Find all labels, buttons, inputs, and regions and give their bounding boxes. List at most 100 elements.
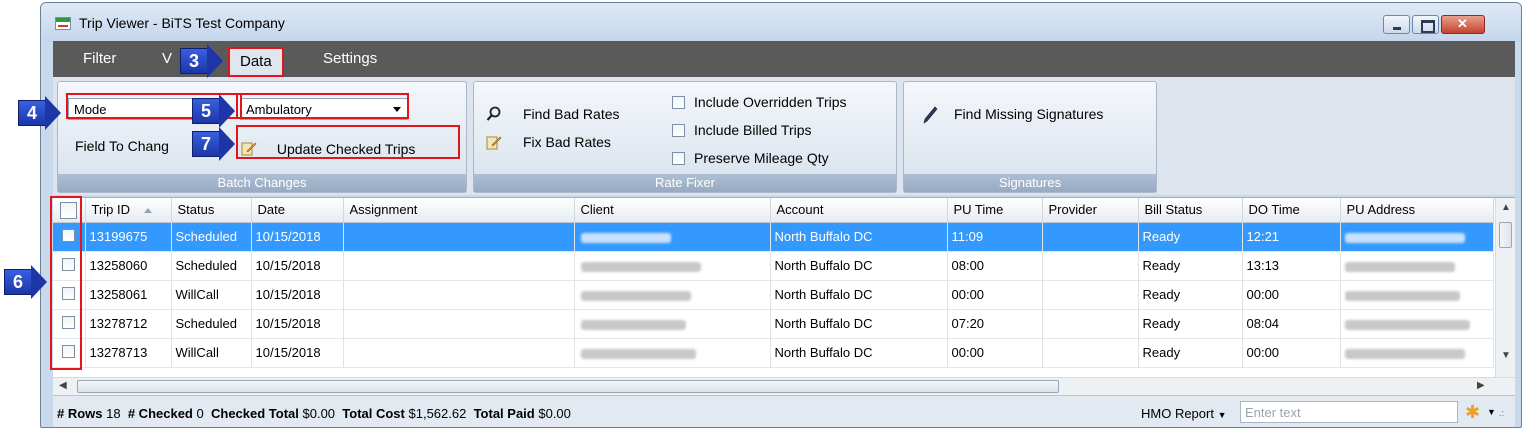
options-chevron-icon[interactable]: ▼ [1487, 407, 1496, 417]
scroll-left-icon[interactable]: ◀ [59, 380, 67, 391]
vertical-scroll-thumb[interactable] [1499, 222, 1512, 248]
scroll-down-icon[interactable]: ▼ [1501, 350, 1511, 361]
pu-time-cell: 07:20 [947, 309, 1043, 339]
column-header-assignment[interactable]: Assignment [343, 198, 575, 223]
column-header-pu-address[interactable]: PU Address [1340, 198, 1494, 223]
table-header-row: Trip ID Status Date Assignment Client Ac… [53, 198, 1494, 223]
resize-grip-icon[interactable]: .: [1499, 408, 1504, 418]
close-button[interactable] [1441, 15, 1485, 34]
provider-cell [1042, 251, 1139, 281]
horizontal-scroll-thumb[interactable] [77, 380, 1059, 393]
column-header-provider[interactable]: Provider [1042, 198, 1139, 223]
highlight-mode-select [236, 93, 409, 119]
arrow-right-icon [45, 96, 61, 130]
highlight-update-button [236, 125, 460, 159]
scroll-right-icon[interactable]: ▶ [1477, 380, 1485, 391]
vertical-scrollbar[interactable]: ▲ ▼ [1495, 198, 1515, 378]
rate-fixer-group: Find Bad Rates Fix Bad Rates Include Ove… [473, 81, 897, 193]
column-header-date[interactable]: Date [251, 198, 344, 223]
status-cell: Scheduled [171, 309, 252, 339]
date-cell: 10/15/2018 [251, 338, 344, 368]
menu-view[interactable]: V [162, 50, 172, 67]
assignment-cell [343, 309, 575, 339]
sort-ascending-icon [144, 208, 153, 214]
maximize-button[interactable] [1412, 15, 1439, 34]
menu-filter[interactable]: Filter [83, 50, 116, 67]
checked-value: 0 [196, 406, 204, 421]
total-paid-value: $0.00 [538, 406, 571, 421]
rate-fixer-label: Rate Fixer [474, 174, 896, 192]
do-time-cell: 00:00 [1242, 280, 1341, 310]
search-icon [486, 106, 501, 121]
arrow-right-icon [219, 127, 235, 161]
include-overridden-checkbox[interactable] [672, 96, 685, 109]
do-time-cell: 00:00 [1242, 338, 1341, 368]
do-time-cell: 08:04 [1242, 309, 1341, 339]
table-row[interactable]: 13258061 WillCall 10/15/2018 North Buffa… [53, 280, 1494, 310]
column-header-trip-id[interactable]: Trip ID [85, 198, 172, 223]
scroll-up-icon[interactable]: ▲ [1501, 202, 1511, 213]
fix-bad-rates-label: Fix Bad Rates [523, 134, 611, 150]
column-header-bill-status[interactable]: Bill Status [1138, 198, 1243, 223]
column-header-do-time[interactable]: DO Time [1242, 198, 1341, 223]
preserve-mileage-checkbox[interactable] [672, 152, 685, 165]
total-cost-value: $1,562.62 [408, 406, 467, 421]
menu-bar: Filter V Data Settings [53, 41, 1515, 77]
table-row[interactable]: 13278712 Scheduled 10/15/2018 North Buff… [53, 309, 1494, 339]
bill-status-cell: Ready [1138, 280, 1243, 310]
signatures-label: Signatures [904, 174, 1156, 192]
status-cell: WillCall [171, 338, 252, 368]
column-header-client[interactable]: Client [574, 198, 771, 223]
asterisk-settings-icon[interactable]: ✱ [1465, 402, 1480, 423]
app-window: Trip Viewer - BiTS Test Company Filter V… [40, 2, 1522, 428]
pu-address-cell [1340, 280, 1494, 310]
menu-data[interactable]: Data [228, 47, 284, 77]
column-header-pu-time[interactable]: PU Time [947, 198, 1043, 223]
redacted-client [580, 290, 691, 301]
total-paid-label: Total Paid [473, 406, 535, 421]
pu-address-cell [1340, 338, 1494, 368]
include-billed-label: Include Billed Trips [694, 122, 812, 138]
bill-status-cell: Ready [1138, 222, 1243, 252]
account-cell: North Buffalo DC [770, 251, 948, 281]
account-cell: North Buffalo DC [770, 280, 948, 310]
batch-changes-label: Batch Changes [58, 174, 466, 192]
pu-time-cell: 00:00 [947, 280, 1043, 310]
window-title: Trip Viewer - BiTS Test Company [79, 15, 285, 31]
client-cell [574, 280, 771, 310]
title-bar: Trip Viewer - BiTS Test Company [41, 3, 1521, 41]
column-header-account[interactable]: Account [770, 198, 948, 223]
include-billed-checkbox[interactable] [672, 124, 685, 137]
redacted-address [1344, 348, 1465, 359]
redacted-address [1344, 261, 1455, 272]
menu-settings[interactable]: Settings [323, 50, 377, 67]
total-cost-label: Total Cost [342, 406, 405, 421]
hmo-report-dropdown[interactable]: HMO Report ▼ [1141, 406, 1227, 421]
table-row[interactable]: 13199675 Scheduled 10/15/2018 North Buff… [53, 222, 1494, 252]
redacted-address [1344, 290, 1460, 301]
callout-3-badge: 3 [180, 48, 208, 74]
preserve-mileage-label: Preserve Mileage Qty [694, 150, 829, 166]
pu-address-cell [1340, 309, 1494, 339]
trip-id-cell: 13258061 [85, 280, 172, 310]
pu-time-cell: 08:00 [947, 251, 1043, 281]
table-row[interactable]: 13278713 WillCall 10/15/2018 North Buffa… [53, 338, 1494, 368]
find-bad-rates-button[interactable]: Find Bad Rates [486, 106, 620, 122]
column-header-status[interactable]: Status [171, 198, 252, 223]
minimize-button[interactable] [1383, 15, 1410, 34]
highlight-checkbox-column [50, 196, 82, 370]
horizontal-scrollbar[interactable]: ◀ ▶ [53, 377, 1515, 395]
assignment-cell [343, 251, 575, 281]
table-row[interactable]: 13258060 Scheduled 10/15/2018 North Buff… [53, 251, 1494, 281]
checked-total-value: $0.00 [302, 406, 336, 421]
redacted-address [1344, 319, 1470, 330]
fix-bad-rates-button[interactable]: Fix Bad Rates [486, 134, 611, 150]
search-input[interactable]: Enter text [1240, 401, 1458, 423]
chevron-down-icon: ▼ [1217, 410, 1227, 420]
redacted-address [1344, 232, 1465, 243]
checked-label: # Checked [127, 406, 193, 421]
redacted-client [580, 232, 671, 243]
find-missing-signatures-button[interactable]: Find Missing Signatures [922, 106, 1103, 124]
arrow-right-icon [31, 265, 47, 299]
provider-cell [1042, 222, 1139, 252]
